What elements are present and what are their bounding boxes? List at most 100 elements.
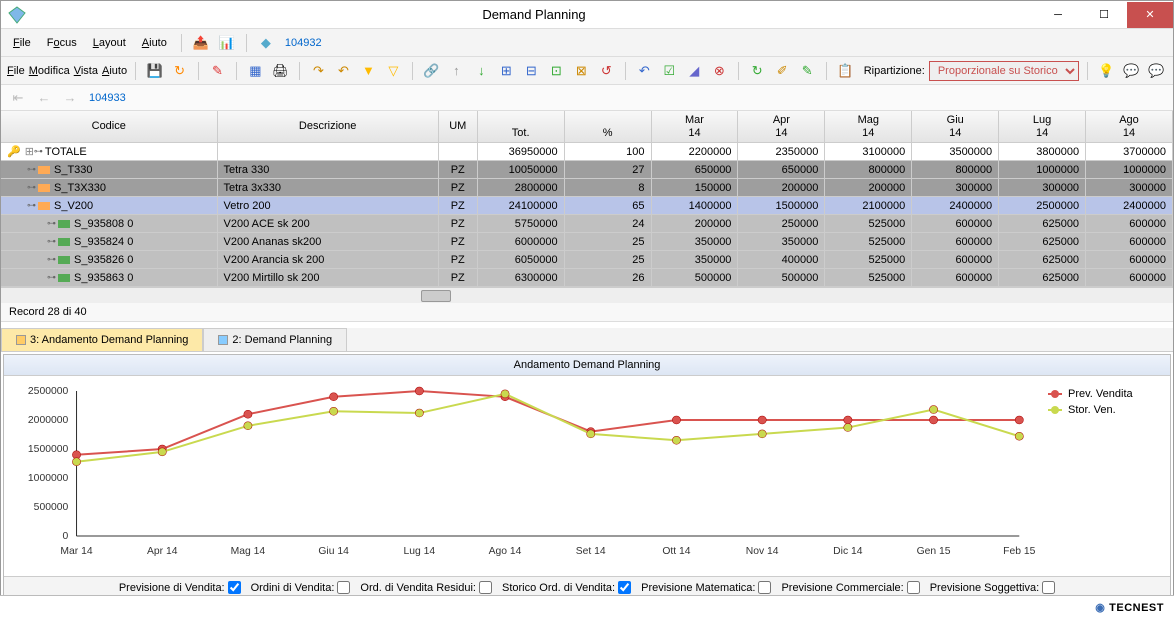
menu2-aiuto[interactable]: Aiuto xyxy=(102,65,127,77)
table2-icon[interactable]: ⊟ xyxy=(521,60,542,82)
record-status: Record 28 di 40 xyxy=(1,303,1173,322)
erase-icon[interactable]: ◢ xyxy=(684,60,705,82)
col-descrizione[interactable]: Descrizione xyxy=(218,111,439,142)
footer-logo: ◉ TECNEST xyxy=(1095,600,1164,614)
svg-text:0: 0 xyxy=(62,531,68,542)
app-icon xyxy=(7,5,27,25)
table-row[interactable]: ⊶S_935863 0V200 Mirtillo sk 200PZ6300000… xyxy=(1,269,1173,287)
nav-next-icon[interactable]: → xyxy=(59,87,81,109)
nav-prev-icon[interactable]: ← xyxy=(33,87,55,109)
col-pct[interactable]: % xyxy=(565,111,652,142)
svg-text:1000000: 1000000 xyxy=(28,473,69,484)
col-lug14[interactable]: Lug14 xyxy=(999,111,1086,142)
record-id-1[interactable]: 104932 xyxy=(281,37,326,49)
export1-icon[interactable]: ↷ xyxy=(308,60,329,82)
save-icon[interactable]: 💾 xyxy=(144,60,165,82)
table-row[interactable]: ⊶S_935808 0V200 ACE sk 200PZ575000024200… xyxy=(1,215,1173,233)
legend-stor-ven: Stor. Ven. xyxy=(1048,404,1162,416)
footer: ◉ TECNEST xyxy=(0,595,1174,617)
calc-icon[interactable]: 📋 xyxy=(835,60,856,82)
sheet-icon[interactable]: ☑ xyxy=(659,60,680,82)
checkbox-option[interactable]: Previsione Matematica: xyxy=(641,581,771,594)
brush-icon[interactable]: ✐ xyxy=(772,60,793,82)
reload-icon[interactable]: ↺ xyxy=(596,60,617,82)
menu-aiuto[interactable]: Aiuto xyxy=(136,35,173,51)
table3-icon[interactable]: ⊡ xyxy=(546,60,567,82)
checkbox-option[interactable]: Previsione di Vendita: xyxy=(119,581,241,594)
ripartizione-label: Ripartizione: xyxy=(864,65,925,77)
table1-icon[interactable]: ⊞ xyxy=(496,60,517,82)
record-id-2[interactable]: 104933 xyxy=(85,92,130,104)
gem-icon[interactable]: ◆ xyxy=(255,32,277,54)
refresh-orange-icon[interactable]: ↻ xyxy=(169,60,190,82)
nav-sub: ⇤ ← → 104933 xyxy=(1,85,1173,111)
svg-text:2000000: 2000000 xyxy=(28,415,69,426)
link-icon[interactable]: 🔗 xyxy=(421,60,442,82)
checkbox-option[interactable]: Storico Ord. di Vendita: xyxy=(502,581,631,594)
grid-icon[interactable]: ▦ xyxy=(245,60,266,82)
menu-file[interactable]: File xyxy=(7,35,37,51)
chart-panel: Andamento Demand Planning 05000001000000… xyxy=(3,354,1171,599)
col-codice[interactable]: Codice xyxy=(1,111,218,142)
funnel-icon[interactable]: ▼ xyxy=(358,60,379,82)
svg-text:Mag 14: Mag 14 xyxy=(231,546,266,557)
tab-demand-planning[interactable]: 2: Demand Planning xyxy=(203,328,347,351)
table4-icon[interactable]: ⊠ xyxy=(571,60,592,82)
col-tot[interactable]: Tot. xyxy=(478,111,565,142)
table-row[interactable]: ⊶S_T330Tetra 330PZ1005000027650000650000… xyxy=(1,161,1173,179)
col-um[interactable]: UM xyxy=(439,111,478,142)
svg-text:Gen 15: Gen 15 xyxy=(917,546,951,557)
export-icon[interactable]: 📤 xyxy=(190,32,212,54)
checkbox-option[interactable]: Ord. di Vendita Residui: xyxy=(360,581,492,594)
menubar-main: File Focus Layout Aiuto 📤 📊 ◆ 104932 xyxy=(1,29,1173,57)
svg-text:500000: 500000 xyxy=(34,502,69,513)
table-row[interactable]: ⊶S_935826 0V200 Arancia sk 200PZ60500002… xyxy=(1,251,1173,269)
checkbox-option[interactable]: Previsione Soggettiva: xyxy=(930,581,1055,594)
svg-text:Giu 14: Giu 14 xyxy=(318,546,349,557)
bulb-icon[interactable]: 💡 xyxy=(1096,60,1117,82)
tab-andamento[interactable]: 3: Andamento Demand Planning xyxy=(1,328,203,351)
edit-icon[interactable]: ✎ xyxy=(207,60,228,82)
cycle-icon[interactable]: ↻ xyxy=(747,60,768,82)
svg-text:2500000: 2500000 xyxy=(28,386,69,397)
svg-text:Lug 14: Lug 14 xyxy=(404,546,436,557)
speech-icon[interactable]: 💬 xyxy=(1121,60,1142,82)
nav-first-icon[interactable]: ⇤ xyxy=(7,87,29,109)
menu-focus[interactable]: Focus xyxy=(41,35,83,51)
col-mar14[interactable]: Mar14 xyxy=(652,111,739,142)
svg-text:Ago 14: Ago 14 xyxy=(489,546,522,557)
ripartizione-select[interactable]: Proporzionale su Storico xyxy=(929,61,1079,81)
close-button[interactable]: ✕ xyxy=(1127,2,1173,28)
pencil-icon[interactable]: ✎ xyxy=(797,60,818,82)
table-row[interactable]: ⊶S_935824 0V200 Ananas sk200PZ6000000253… xyxy=(1,233,1173,251)
menu2-file[interactable]: File xyxy=(7,65,25,77)
col-ago14[interactable]: Ago14 xyxy=(1086,111,1173,142)
toolbar: File Modifica Vista Aiuto 💾 ↻ ✎ ▦ 🖨 ↷ ↶ … xyxy=(1,57,1173,85)
horizontal-scrollbar[interactable] xyxy=(1,287,1173,303)
excel-icon[interactable]: ⊗ xyxy=(709,60,730,82)
table-row[interactable]: ⊶S_T3X330Tetra 3x330PZ280000081500002000… xyxy=(1,179,1173,197)
table-row[interactable]: ⊶S_V200Vetro 200PZ2410000065140000015000… xyxy=(1,197,1173,215)
col-apr14[interactable]: Apr14 xyxy=(738,111,825,142)
col-mag14[interactable]: Mag14 xyxy=(825,111,912,142)
svg-text:Dic 14: Dic 14 xyxy=(833,546,863,557)
print-icon[interactable]: 🖨 xyxy=(270,60,291,82)
col-giu14[interactable]: Giu14 xyxy=(912,111,999,142)
maximize-button[interactable]: ☐ xyxy=(1081,2,1127,28)
legend-prev-vendita: Prev. Vendita xyxy=(1048,388,1162,400)
undo-icon[interactable]: ↶ xyxy=(634,60,655,82)
menu2-modifica[interactable]: Modifica xyxy=(29,65,70,77)
down-icon[interactable]: ↓ xyxy=(471,60,492,82)
menu2-vista[interactable]: Vista xyxy=(74,65,98,77)
filter-icon[interactable]: ▽ xyxy=(383,60,404,82)
speech2-icon[interactable]: 💬 xyxy=(1146,60,1167,82)
checkbox-option[interactable]: Previsione Commerciale: xyxy=(781,581,919,594)
minimize-button[interactable]: ─ xyxy=(1035,2,1081,28)
menu-layout[interactable]: Layout xyxy=(87,35,132,51)
checkbox-option[interactable]: Ordini di Vendita: xyxy=(251,581,351,594)
table-row[interactable]: 🔑⊞ ⊶TOTALE369500001002200000235000031000… xyxy=(1,143,1173,161)
up-icon[interactable]: ↑ xyxy=(446,60,467,82)
chart-icon[interactable]: 📊 xyxy=(216,32,238,54)
svg-text:Feb 15: Feb 15 xyxy=(1003,546,1036,557)
export2-icon[interactable]: ↶ xyxy=(333,60,354,82)
